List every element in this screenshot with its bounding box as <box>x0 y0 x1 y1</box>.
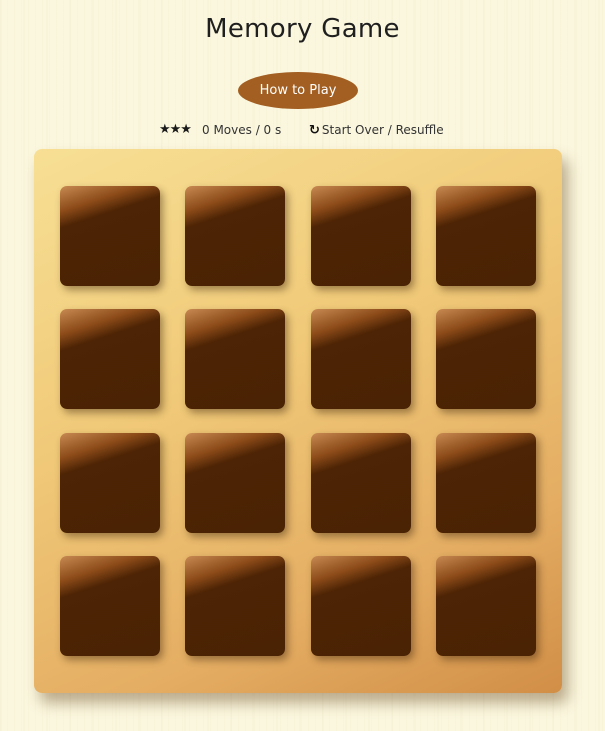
card[interactable] <box>60 433 160 533</box>
card[interactable] <box>60 309 160 409</box>
card[interactable] <box>185 556 285 656</box>
card[interactable] <box>60 556 160 656</box>
card[interactable] <box>436 309 536 409</box>
card[interactable] <box>311 309 411 409</box>
card[interactable] <box>311 186 411 286</box>
card[interactable] <box>185 433 285 533</box>
score-panel: ★★★ 0 Moves / 0 s ↻ Start Over / Resuffle <box>0 122 605 140</box>
restart-label[interactable]: Start Over / Resuffle <box>322 123 444 137</box>
card[interactable] <box>185 309 285 409</box>
how-to-play-button[interactable]: How to Play <box>238 72 358 109</box>
star-rating-icon: ★★★ <box>159 122 192 137</box>
card[interactable] <box>436 433 536 533</box>
card[interactable] <box>185 186 285 286</box>
page-title: Memory Game <box>205 14 400 44</box>
card-deck <box>34 149 562 693</box>
card[interactable] <box>436 556 536 656</box>
card[interactable] <box>60 186 160 286</box>
card[interactable] <box>311 433 411 533</box>
card[interactable] <box>436 186 536 286</box>
restart-button[interactable]: ↻ Start Over / Resuffle <box>309 123 444 138</box>
restart-icon[interactable]: ↻ <box>309 123 320 138</box>
moves-timer-text: 0 Moves / 0 s <box>202 123 282 137</box>
card[interactable] <box>311 556 411 656</box>
